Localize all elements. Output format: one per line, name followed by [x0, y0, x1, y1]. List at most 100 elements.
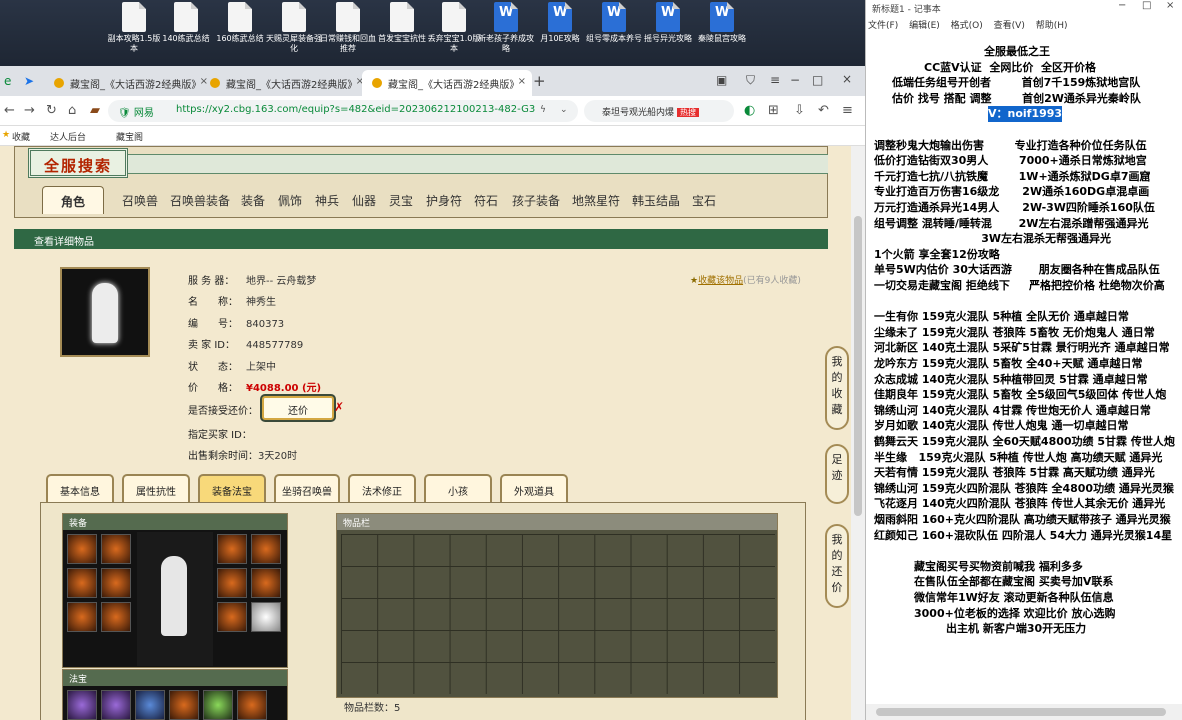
subtab-basic[interactable]: 基本信息 [46, 474, 114, 502]
tab-category[interactable]: 灵宝 [389, 192, 413, 209]
footprint-button[interactable]: 足迹 [825, 444, 849, 504]
equip-slot[interactable] [251, 602, 281, 632]
equip-slot[interactable] [217, 534, 247, 564]
desktop-icon[interactable]: W 组号零成本养号 [584, 2, 644, 44]
my-favorites-button[interactable]: 我的收藏 [825, 346, 849, 430]
tab-category[interactable]: 孩子装备 [512, 192, 560, 209]
equip-slot[interactable] [101, 534, 131, 564]
forward-icon[interactable]: → [24, 103, 35, 118]
tab-category[interactable]: 护身符 [426, 192, 462, 209]
desktop-icon[interactable]: 日常赚钱和回血推荐 [318, 2, 378, 54]
desktop-icon[interactable]: W 新老孩子养成攻略 [476, 2, 536, 54]
browser-tab[interactable]: 藏宝阁_《大话西游2经典版》 × [200, 70, 370, 96]
desktop-icon[interactable]: 副本攻略1.5版本 [104, 2, 164, 54]
desktop-icon[interactable]: 160练武总结 [210, 2, 270, 44]
tab-category[interactable]: 韩玉结晶 [632, 192, 680, 209]
tab-category[interactable]: 宝石 [692, 192, 716, 209]
home-icon[interactable]: ⌂ [68, 103, 76, 118]
subtab-child[interactable]: 小孩 [424, 474, 492, 502]
new-tab-button[interactable]: + [533, 72, 546, 90]
counter-offer-button[interactable]: 还价 ✗ [262, 396, 344, 420]
browser-tab[interactable]: 藏宝阁_《大话西游2经典版》 × [44, 70, 214, 96]
bookmark-item[interactable]: 达人后台 [50, 130, 86, 143]
url-input[interactable]: 🛡 网易 https://xy2.cbg.163.com/equip?s=482… [108, 100, 578, 122]
tab-category[interactable]: 佩饰 [278, 192, 302, 209]
close-window-icon[interactable]: × [842, 72, 852, 86]
browser-tab-active[interactable]: 藏宝阁_《大话西游2经典版》 × [362, 70, 532, 96]
menu-icon[interactable]: ≡ [842, 103, 853, 118]
bookmark-item[interactable]: 藏宝阁 [116, 130, 143, 143]
lightning-icon[interactable]: ϟ [540, 105, 546, 115]
equip-slot[interactable] [67, 602, 97, 632]
notepad-hscrollbar[interactable] [866, 704, 1182, 720]
search-input[interactable]: 泰坦号观光船内爆 热搜 [584, 100, 734, 122]
tab-role[interactable]: 角色 [42, 186, 105, 214]
telegram-icon[interactable]: ➤ [24, 74, 34, 88]
menu-edit[interactable]: 编辑(E) [909, 21, 940, 31]
extension-icon[interactable]: ◐ [744, 103, 755, 118]
equip-slot[interactable] [251, 534, 281, 564]
fabao-slot[interactable] [203, 690, 233, 720]
tab-category[interactable]: 召唤兽 [122, 192, 158, 209]
tab-category[interactable]: 召唤兽装备 [170, 192, 230, 209]
reload-icon[interactable]: ↻ [46, 103, 57, 118]
minimize-icon[interactable]: − [1118, 0, 1126, 11]
tab-category[interactable]: 装备 [241, 192, 265, 209]
inventory-grid[interactable] [341, 534, 775, 694]
fabao-slot[interactable] [67, 690, 97, 720]
equip-slot[interactable] [67, 568, 97, 598]
tab-list-icon[interactable]: ▣ [716, 73, 727, 87]
tab-category[interactable]: 符石 [474, 192, 498, 209]
menu-icon[interactable]: ≡ [770, 73, 780, 87]
desktop-icon[interactable]: W 秦陵鼠宫攻略 [692, 2, 752, 44]
bookmark-item[interactable]: 收藏 [12, 130, 30, 143]
minimize-icon[interactable]: − [790, 73, 800, 87]
equip-slot[interactable] [67, 534, 97, 564]
desktop-icon[interactable]: W 月10E攻略 [530, 2, 590, 44]
subtab-attributes[interactable]: 属性抗性 [122, 474, 190, 502]
fabao-slot[interactable] [169, 690, 199, 720]
equip-slot[interactable] [101, 568, 131, 598]
bag-icon[interactable]: ▰ [90, 103, 100, 118]
equip-slot[interactable] [251, 568, 281, 598]
subtab-mounts[interactable]: 坐骑召唤兽 [274, 474, 340, 502]
fabao-slot[interactable] [237, 690, 267, 720]
close-icon[interactable]: × [1166, 0, 1174, 11]
menu-view[interactable]: 查看(V) [994, 21, 1025, 31]
tab-category[interactable]: 地煞星符 [572, 192, 620, 209]
subtab-spells[interactable]: 法术修正 [348, 474, 416, 502]
chevron-down-icon[interactable]: ⌄ [560, 105, 568, 115]
subtab-equipment[interactable]: 装备法宝 [198, 474, 266, 502]
menu-format[interactable]: 格式(O) [951, 21, 983, 31]
desktop-icon[interactable]: 丢弃宝宝1.0版本 [424, 2, 484, 54]
shirt-icon[interactable]: ⛉ [746, 73, 755, 88]
tab-category[interactable]: 仙器 [352, 192, 376, 209]
fabao-slot[interactable] [135, 690, 165, 720]
desktop-icon[interactable]: 首发宝宝抗性 [372, 2, 432, 44]
desktop-icon[interactable]: 天赐灵犀装备强化 [264, 2, 324, 54]
maximize-icon[interactable]: □ [812, 73, 823, 87]
back-icon[interactable]: ← [4, 103, 15, 118]
tab-category[interactable]: 神兵 [315, 192, 339, 209]
my-counter-offers-button[interactable]: 我的还价 [825, 524, 849, 608]
scrollbar-thumb[interactable] [854, 216, 862, 516]
desktop-icon[interactable]: 140练武总结 [156, 2, 216, 44]
equip-slot[interactable] [217, 602, 247, 632]
maximize-icon[interactable]: □ [1142, 0, 1151, 11]
equip-slot[interactable] [217, 568, 247, 598]
desktop-icon[interactable]: W 摇号异光攻略 [638, 2, 698, 44]
download-icon[interactable]: ⇩ [794, 103, 805, 118]
fabao-slot[interactable] [101, 690, 131, 720]
page-scrollbar[interactable] [851, 146, 865, 720]
menu-file[interactable]: 文件(F) [868, 21, 898, 31]
favorite-link[interactable]: ★收藏该物品(已有9人收藏) [690, 273, 801, 286]
menu-help[interactable]: 帮助(H) [1036, 21, 1068, 31]
notepad-text-area[interactable]: 全服最低之王 CC蓝V认证 全网比价 全区开价格 低端任务组号开创者 首创7千159… [866, 34, 1182, 704]
close-icon[interactable]: × [518, 76, 526, 87]
equip-slot[interactable] [101, 602, 131, 632]
grid-icon[interactable]: ⊞ [768, 103, 779, 118]
browser-logo-icon[interactable]: e [4, 74, 11, 88]
scrollbar-thumb[interactable] [876, 708, 1166, 716]
undo-icon[interactable]: ↶ [818, 103, 829, 118]
subtab-appearance[interactable]: 外观道具 [500, 474, 568, 502]
